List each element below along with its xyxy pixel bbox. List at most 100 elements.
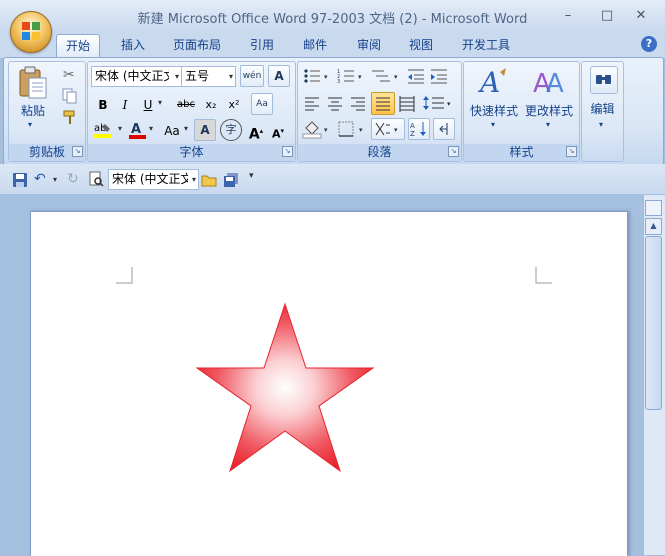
tab-page-layout[interactable]: 页面布局 — [164, 34, 230, 56]
cut-icon[interactable]: ✂ — [63, 67, 75, 83]
document-page[interactable] — [30, 211, 628, 556]
sort-icon[interactable]: AZ — [408, 118, 430, 140]
distributed-icon[interactable] — [397, 93, 417, 113]
tab-home[interactable]: 开始 — [56, 34, 101, 57]
borders-icon[interactable]: ▾ — [336, 119, 368, 139]
paragraph-group-label: 段落 — [298, 144, 461, 161]
font-name-combo[interactable]: 宋体 (中文正文) ▾ — [91, 66, 182, 87]
show-marks-icon[interactable] — [433, 118, 455, 140]
customize-qat-icon[interactable]: ▾ — [249, 171, 254, 181]
tab-mailings[interactable]: 邮件 — [294, 34, 336, 56]
undo-dropdown-icon[interactable]: ▾ — [53, 175, 57, 184]
paste-icon[interactable] — [17, 66, 49, 100]
line-spacing-icon[interactable]: ▾ — [422, 93, 454, 113]
justify-icon[interactable] — [371, 92, 395, 115]
styles-group-label: 样式 — [464, 144, 579, 161]
change-case-button[interactable]: Aa — [158, 120, 186, 142]
save-icon[interactable] — [12, 172, 28, 188]
svg-text:▾: ▾ — [324, 73, 328, 81]
chinese-layout-icon[interactable]: ▾ — [371, 118, 405, 140]
quick-styles-button[interactable]: 快速样式 — [468, 102, 520, 119]
view-ruler-icon[interactable] — [645, 200, 662, 216]
print-preview-icon[interactable] — [88, 171, 104, 187]
paste-dropdown-icon[interactable]: ▾ — [28, 120, 32, 129]
redo-icon[interactable]: ↻ — [67, 171, 79, 187]
svg-text:▾: ▾ — [358, 73, 362, 81]
font-launcher-icon[interactable]: ↘ — [282, 146, 293, 157]
svg-text:▾: ▾ — [394, 126, 398, 134]
tab-developer[interactable]: 开发工具 — [453, 34, 519, 56]
format-painter-icon[interactable] — [62, 109, 78, 128]
tab-insert[interactable]: 插入 — [112, 34, 154, 56]
help-icon[interactable]: ? — [641, 36, 657, 52]
scroll-up-icon[interactable]: ▲ — [645, 218, 662, 235]
increase-indent-icon[interactable] — [429, 66, 449, 86]
subscript-button[interactable]: x₂ — [200, 94, 222, 116]
svg-text:3: 3 — [337, 79, 340, 85]
change-styles-icon[interactable]: AA — [532, 66, 566, 100]
highlight-color-icon[interactable]: ab — [92, 120, 118, 140]
change-styles-button[interactable]: 更改样式 — [522, 102, 576, 119]
paste-button[interactable]: 粘贴 — [15, 102, 51, 119]
character-shading-button[interactable]: A — [194, 119, 216, 141]
shading-icon[interactable]: ▾ — [302, 119, 332, 139]
superscript-button[interactable]: x² — [223, 94, 245, 116]
paragraph-launcher-icon[interactable]: ↘ — [448, 146, 459, 157]
star-shape[interactable] — [195, 302, 375, 474]
phonetic-guide-icon[interactable]: wén — [240, 65, 264, 87]
svg-text:A: A — [131, 122, 141, 137]
paragraph-group: ▾ 1 2 3 ▾ ▾ ▾ ▾ ▾ ▾ AZ 段落 ↘ — [297, 61, 462, 162]
editing-button[interactable]: 编辑 — [582, 100, 623, 117]
font-name-dropdown-icon[interactable]: ▾ — [175, 67, 179, 86]
undo-icon[interactable]: ↶ — [34, 171, 46, 187]
svg-text:A: A — [410, 122, 415, 130]
clipboard-launcher-icon[interactable]: ↘ — [72, 146, 83, 157]
save-all-icon[interactable] — [223, 172, 239, 188]
align-center-icon[interactable] — [325, 93, 345, 113]
font-size-dropdown-icon[interactable]: ▾ — [229, 67, 233, 86]
font-color-dropdown-icon[interactable]: ▾ — [149, 124, 153, 133]
office-button[interactable] — [10, 11, 52, 53]
highlight-dropdown-icon[interactable]: ▾ — [118, 124, 122, 133]
tab-references[interactable]: 引用 — [241, 34, 283, 56]
tab-view[interactable]: 视图 — [400, 34, 442, 56]
clear-formatting-icon[interactable]: A — [268, 65, 290, 87]
grow-font-button[interactable]: A▴ — [246, 120, 266, 143]
align-right-icon[interactable] — [348, 93, 368, 113]
bullets-icon[interactable]: ▾ — [302, 66, 332, 86]
enclose-characters-button[interactable]: 字 — [220, 119, 242, 141]
shrink-font-button[interactable]: A▾ — [268, 120, 288, 142]
numbering-icon[interactable]: 1 2 3 ▾ — [336, 66, 366, 86]
quick-styles-icon[interactable]: A — [477, 66, 510, 100]
minimize-button[interactable]: – — [555, 6, 581, 26]
underline-button[interactable]: U — [138, 94, 158, 116]
font-name-value: 宋体 (中文正文) — [95, 69, 169, 83]
underline-dropdown-icon[interactable]: ▾ — [158, 98, 162, 107]
tab-review[interactable]: 审阅 — [348, 34, 390, 56]
qat-font-name-combo[interactable]: 宋体 (中文正文) ▾ — [108, 169, 199, 190]
qat-font-name-dropdown-icon[interactable]: ▾ — [192, 170, 196, 189]
find-icon[interactable] — [590, 66, 618, 94]
copy-icon[interactable] — [62, 88, 78, 107]
strikethrough-button[interactable]: abc — [173, 94, 199, 116]
bold-button[interactable]: B — [93, 94, 113, 116]
scrollbar-thumb[interactable] — [645, 236, 662, 410]
change-case-dropdown-icon[interactable]: ▾ — [184, 124, 188, 133]
font-color-icon[interactable]: A — [128, 120, 148, 140]
svg-text:A: A — [546, 69, 564, 99]
italic-button[interactable]: I — [115, 94, 135, 116]
quick-styles-dropdown-icon[interactable]: ▾ — [491, 120, 495, 129]
change-styles-dropdown-icon[interactable]: ▾ — [546, 120, 550, 129]
multilevel-list-icon[interactable]: ▾ — [370, 66, 402, 86]
editing-dropdown-icon[interactable]: ▾ — [599, 120, 603, 129]
font-size-value: 五号 — [185, 69, 210, 83]
decrease-indent-icon[interactable] — [406, 66, 426, 86]
maximize-button[interactable]: □ — [594, 6, 620, 26]
align-left-icon[interactable] — [302, 93, 322, 113]
font-size-combo[interactable]: 五号 ▾ — [181, 66, 236, 87]
open-folder-icon[interactable] — [201, 172, 217, 188]
close-button[interactable]: ✕ — [628, 6, 654, 26]
styles-launcher-icon[interactable]: ↘ — [566, 146, 577, 157]
text-effects-icon[interactable]: Aa — [251, 93, 273, 115]
svg-text:▾: ▾ — [359, 126, 363, 134]
